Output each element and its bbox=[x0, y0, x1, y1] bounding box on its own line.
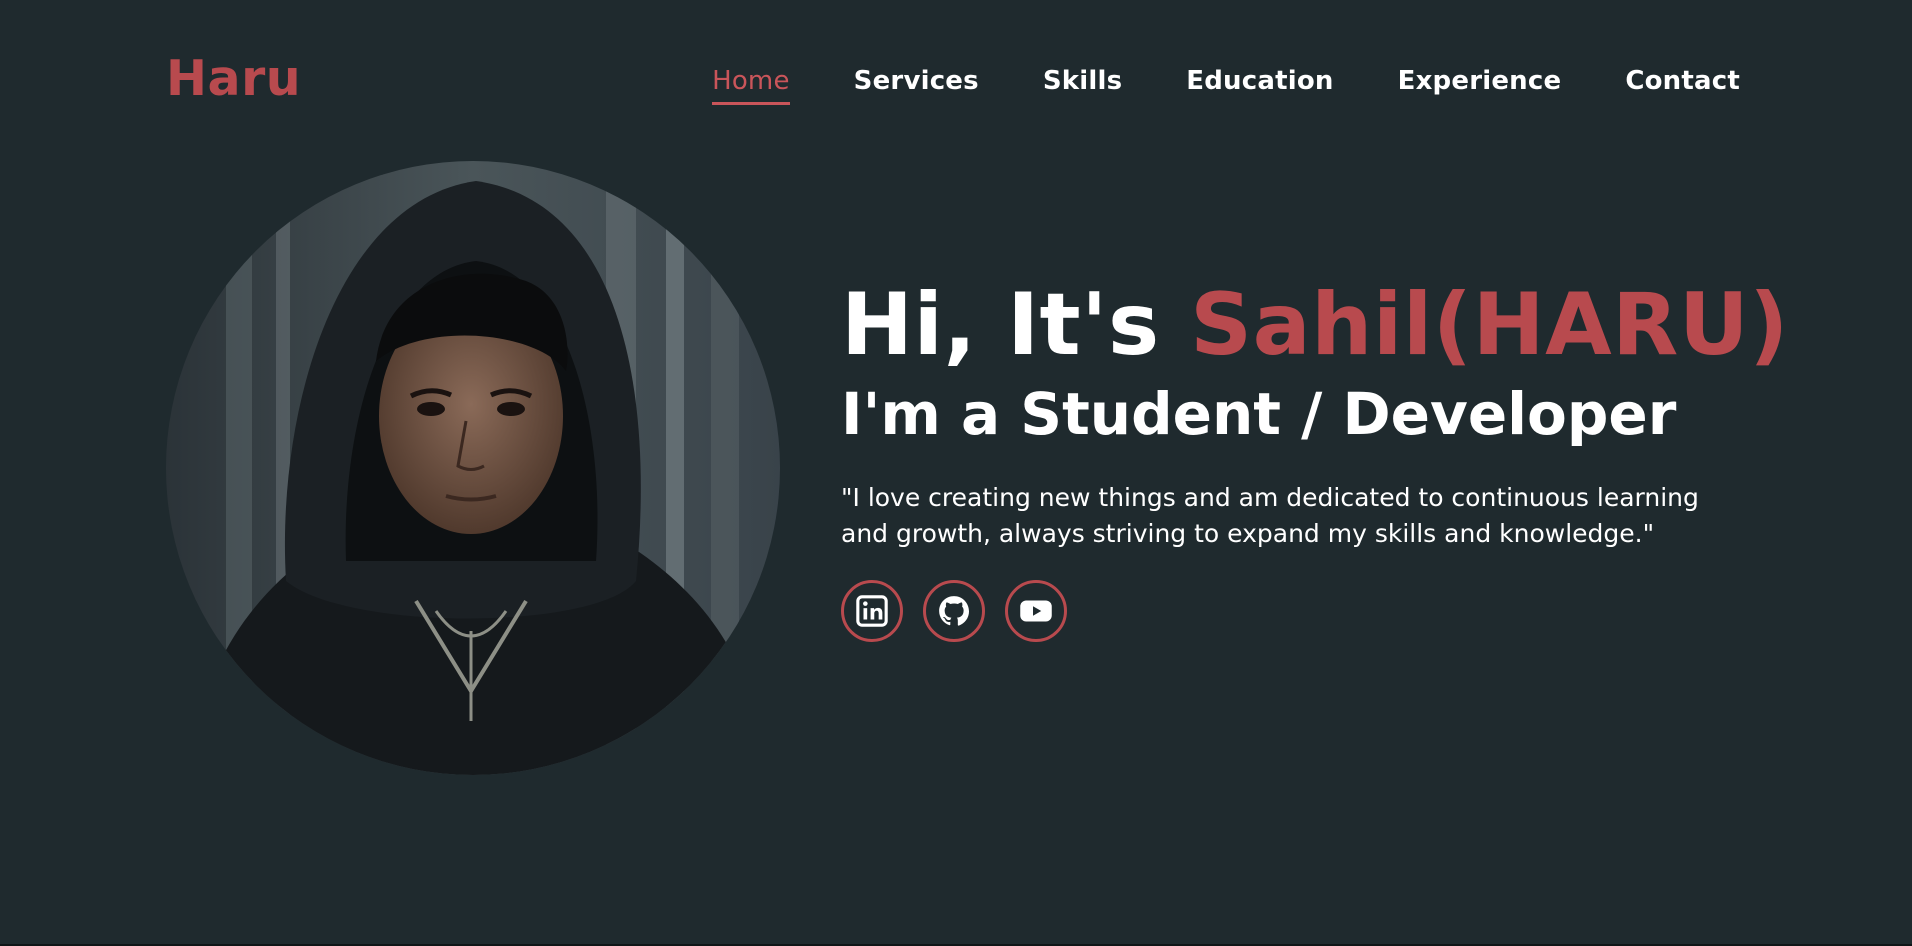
github-button[interactable] bbox=[923, 580, 985, 642]
hero-greeting: Hi, It's bbox=[841, 275, 1191, 375]
hero-name: Sahil(HARU) bbox=[1190, 275, 1789, 375]
site-header: Haru Home Services Skills Education Expe… bbox=[0, 0, 1912, 160]
linkedin-icon bbox=[856, 595, 888, 627]
youtube-button[interactable] bbox=[1005, 580, 1067, 642]
site-logo[interactable]: Haru bbox=[166, 50, 301, 107]
hero-subtitle: I'm a Student / Developer bbox=[841, 380, 1677, 448]
hero-section: Hi, It's Sahil(HARU) I'm a Student / Dev… bbox=[841, 270, 1789, 642]
profile-photo bbox=[166, 161, 780, 775]
github-icon bbox=[939, 596, 970, 626]
nav-contact[interactable]: Contact bbox=[1625, 63, 1740, 99]
nav-services[interactable]: Services bbox=[854, 63, 979, 99]
youtube-icon bbox=[1020, 600, 1052, 622]
main-nav: Home Services Skills Education Experienc… bbox=[712, 63, 1740, 105]
page: Haru Home Services Skills Education Expe… bbox=[0, 0, 1912, 946]
nav-home[interactable]: Home bbox=[712, 63, 790, 105]
nav-skills[interactable]: Skills bbox=[1043, 63, 1122, 99]
hero-heading: Hi, It's Sahil(HARU) bbox=[841, 270, 1789, 380]
social-links bbox=[841, 580, 1771, 642]
nav-education[interactable]: Education bbox=[1186, 63, 1333, 99]
hero-quote: "I love creating new things and am dedic… bbox=[841, 483, 1699, 548]
linkedin-button[interactable] bbox=[841, 580, 903, 642]
nav-experience[interactable]: Experience bbox=[1398, 63, 1562, 99]
